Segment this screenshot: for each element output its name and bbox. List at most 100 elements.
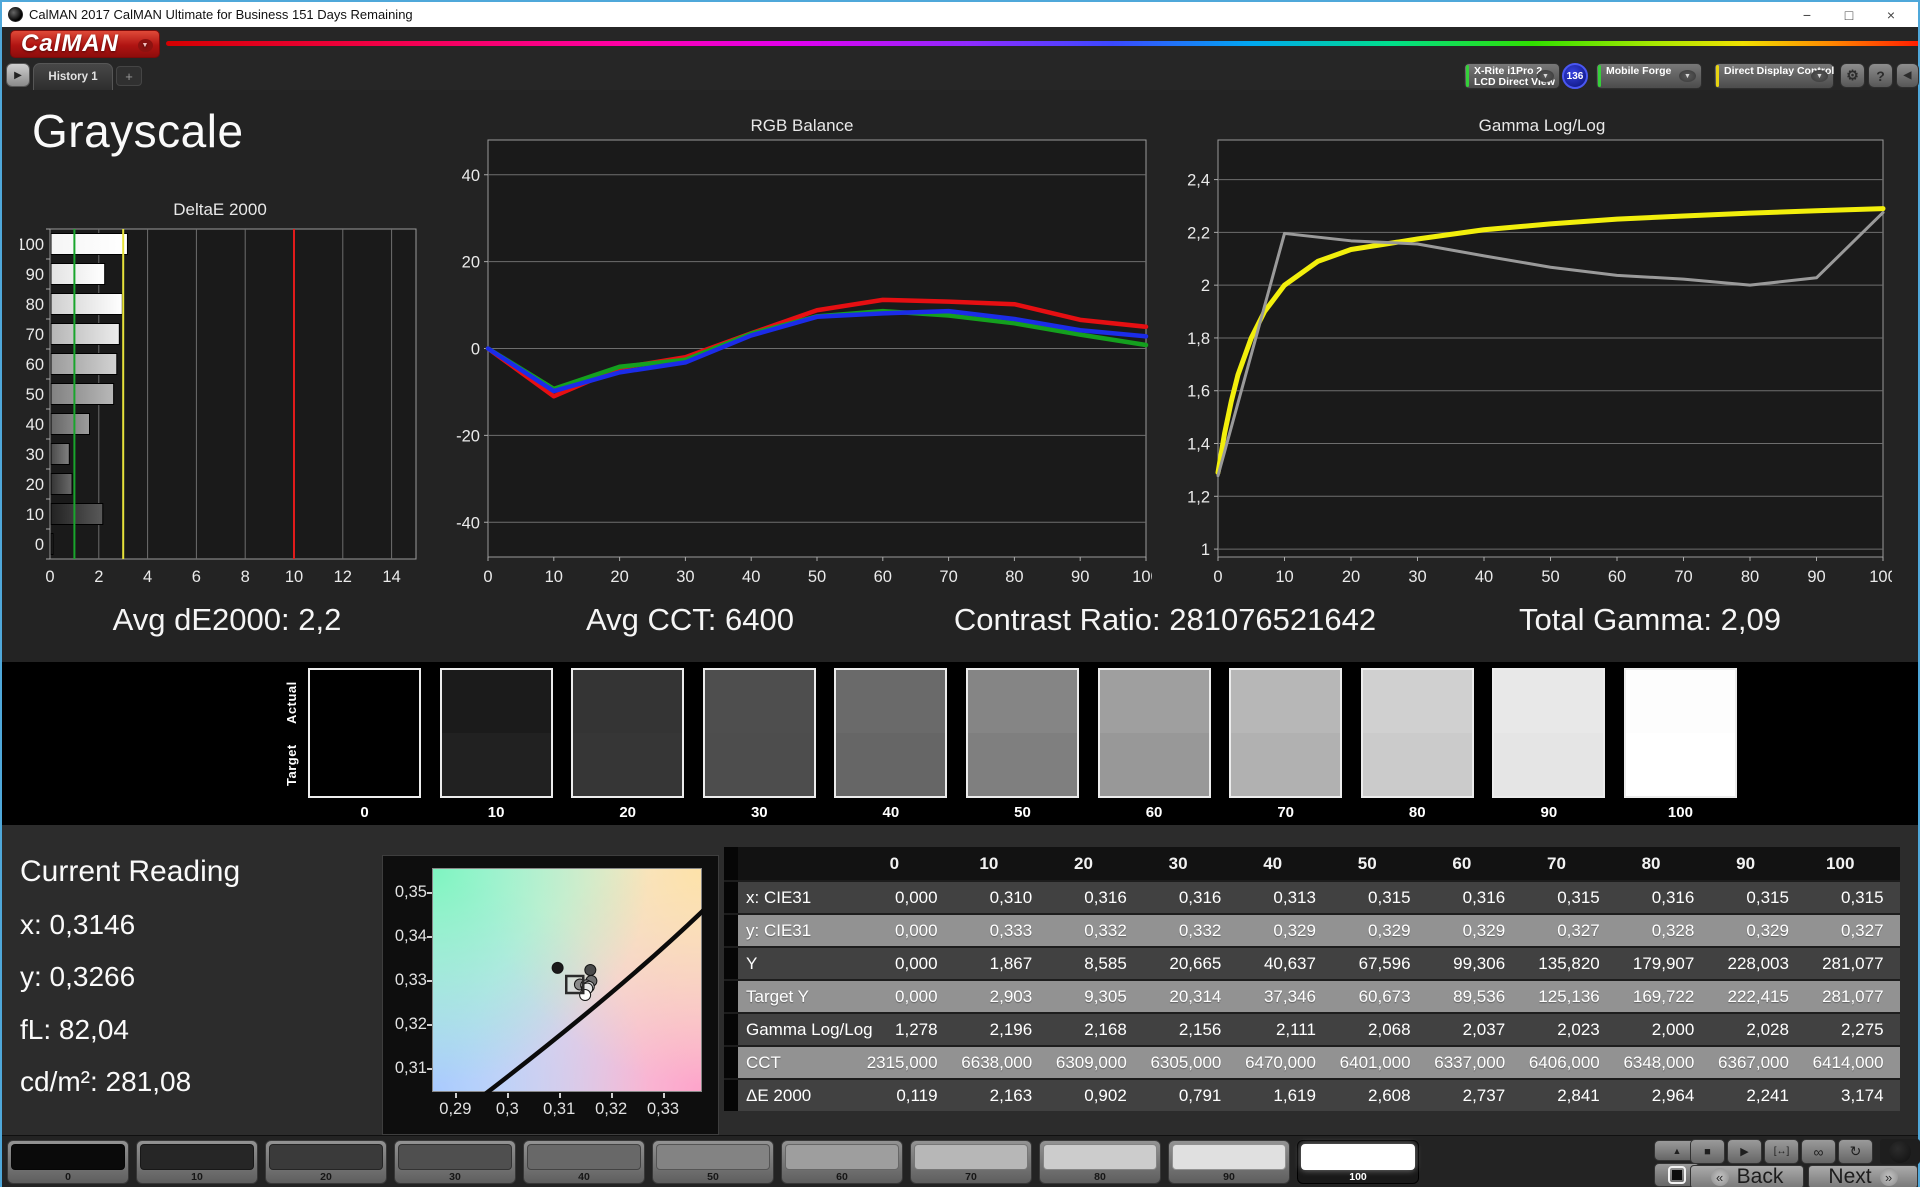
svg-text:2,4: 2,4 <box>1187 172 1210 190</box>
patch-button-70[interactable]: 70 <box>910 1140 1032 1184</box>
help-icon[interactable]: ? <box>1868 63 1893 88</box>
cie-y-tick <box>427 892 432 895</box>
table-cell: 2,037 <box>1462 1019 1506 1039</box>
table-cell: 6401,000 <box>1339 1052 1411 1072</box>
patch-button-30[interactable]: 30 <box>394 1140 516 1184</box>
table-row-grip <box>724 948 738 979</box>
cie-y-tick-label: 0,31 <box>394 1058 427 1077</box>
patch-color <box>1301 1144 1415 1170</box>
meter-dropdown[interactable]: X-Rite i1Pro 2 LCD Direct View ▼ <box>1464 63 1560 89</box>
svg-text:100: 100 <box>1132 568 1152 586</box>
patch-button-10[interactable]: 10 <box>136 1140 258 1184</box>
table-cell: 0,329 <box>1746 920 1789 940</box>
table-cell: 0,329 <box>1368 920 1411 940</box>
gamma-chart-title: Gamma Log/Log <box>1478 116 1606 135</box>
cie-y-tick <box>427 1023 432 1026</box>
play-icon[interactable]: ▶ <box>1727 1139 1762 1164</box>
add-tab-button[interactable]: + <box>116 66 142 86</box>
table-cell: 20,314 <box>1169 986 1222 1006</box>
table-cell: 0,315 <box>1557 887 1600 907</box>
patch-button-20[interactable]: 20 <box>265 1140 387 1184</box>
svg-text:1,8: 1,8 <box>1187 330 1210 348</box>
read-series-icon[interactable]: [↔] <box>1764 1139 1799 1164</box>
deltae-chart-title: DeltaE 2000 <box>173 200 267 219</box>
patch-color <box>1043 1144 1157 1170</box>
continuous-read-icon[interactable]: ∞ <box>1801 1139 1836 1164</box>
svg-text:20: 20 <box>610 568 628 586</box>
table-cell: 0,316 <box>1178 887 1222 907</box>
swatch-actual <box>310 670 419 733</box>
meter-accent <box>1716 65 1719 87</box>
svg-text:40: 40 <box>26 416 44 434</box>
patch-button-60[interactable]: 60 <box>781 1140 903 1184</box>
table-cell: 2,275 <box>1840 1019 1884 1039</box>
logo-bar: CalMAN ▼ <box>2 27 1918 61</box>
table-cell: 0,310 <box>989 887 1033 907</box>
patch-button-100[interactable]: 100 <box>1297 1140 1419 1184</box>
cie-x-tick <box>559 1093 562 1098</box>
display-control-dropdown[interactable]: Direct Display Control ▼ <box>1714 63 1834 89</box>
svg-text:1,4: 1,4 <box>1187 436 1210 454</box>
patch-button-80[interactable]: 80 <box>1039 1140 1161 1184</box>
calman-menu-button[interactable]: CalMAN ▼ <box>10 30 160 58</box>
chevron-down-icon: ▼ <box>138 39 153 52</box>
patch-button-0[interactable]: 0 <box>7 1140 129 1184</box>
table-cell: 6305,000 <box>1150 1052 1222 1072</box>
close-button[interactable]: × <box>1870 2 1912 27</box>
svg-text:1,6: 1,6 <box>1187 383 1210 401</box>
cie-y-tick-label: 0,34 <box>394 927 427 946</box>
cie-x-tick <box>455 1093 458 1098</box>
swatch-target <box>704 733 814 796</box>
main-chart-area: Grayscale DeltaE 2000 100 90 80 70 60 50 40 30 2… <box>2 90 1918 662</box>
swatch-actual <box>836 670 946 733</box>
patch-button-90[interactable]: 90 <box>1168 1140 1290 1184</box>
swatch-target <box>1625 733 1735 796</box>
table-row-grip <box>724 1047 738 1078</box>
minimize-button[interactable]: − <box>1786 2 1828 27</box>
gear-icon[interactable]: ⚙ <box>1840 63 1865 88</box>
table-cell: 6309,000 <box>1055 1052 1127 1072</box>
collapse-panel-icon[interactable]: ◀ <box>1896 63 1919 88</box>
svg-text:-20: -20 <box>456 427 480 445</box>
refresh-icon[interactable]: ↻ <box>1838 1139 1873 1164</box>
stats-row: Avg dE2000: 2,2 Avg CCT: 6400 Contrast R… <box>2 602 1918 647</box>
swatch-target <box>1231 733 1341 796</box>
table-cell: 222,415 <box>1727 986 1789 1006</box>
patch-button-40[interactable]: 40 <box>523 1140 645 1184</box>
back-button[interactable]: « Back <box>1690 1165 1804 1187</box>
app-window: CalMAN 2017 CalMAN Ultimate for Business… <box>0 0 1920 1187</box>
table-cell: 281,077 <box>1822 986 1884 1006</box>
grayscale-swatch: 0 <box>308 668 421 821</box>
patch-button-50[interactable]: 50 <box>652 1140 774 1184</box>
tab-history-1[interactable]: History 1 <box>33 63 113 90</box>
source-line1: Mobile Forge <box>1606 65 1672 77</box>
table-column-header: 40 <box>1263 853 1283 873</box>
table-column-header: 20 <box>1074 853 1093 873</box>
stop-icon[interactable]: ■ <box>1690 1139 1725 1164</box>
maximize-button[interactable]: □ <box>1828 2 1870 27</box>
table-cell: 0,119 <box>896 1085 938 1105</box>
patch-color <box>398 1144 512 1170</box>
actual-row-label: Actual <box>284 681 299 725</box>
table-cell: 228,003 <box>1727 953 1789 973</box>
grayscale-swatch: 40 <box>834 668 948 821</box>
tab-scroll-button[interactable]: ▶ <box>6 63 30 87</box>
swatch-label: 40 <box>882 804 900 821</box>
swatch-label: 30 <box>750 804 768 821</box>
source-dropdown[interactable]: Mobile Forge ▼ <box>1596 63 1702 89</box>
status-indicator <box>1880 1139 1920 1164</box>
table-cell: 40,637 <box>1263 953 1316 973</box>
reading-count-badge[interactable]: 136 <box>1562 63 1588 89</box>
table-cell: 6367,000 <box>1718 1052 1789 1072</box>
table-cell: 0,333 <box>989 920 1033 940</box>
grayscale-swatch: 70 <box>1229 668 1343 821</box>
table-cell: 2,028 <box>1746 1019 1789 1039</box>
patch-label: 60 <box>836 1171 848 1183</box>
next-button[interactable]: Next » <box>1808 1165 1918 1187</box>
svg-text:20: 20 <box>1342 568 1360 586</box>
patch-color <box>785 1144 899 1170</box>
svg-text:1: 1 <box>1201 541 1210 559</box>
patch-label: 40 <box>578 1171 590 1183</box>
table-cell: 0,327 <box>1840 920 1884 940</box>
patch-color <box>140 1144 254 1170</box>
